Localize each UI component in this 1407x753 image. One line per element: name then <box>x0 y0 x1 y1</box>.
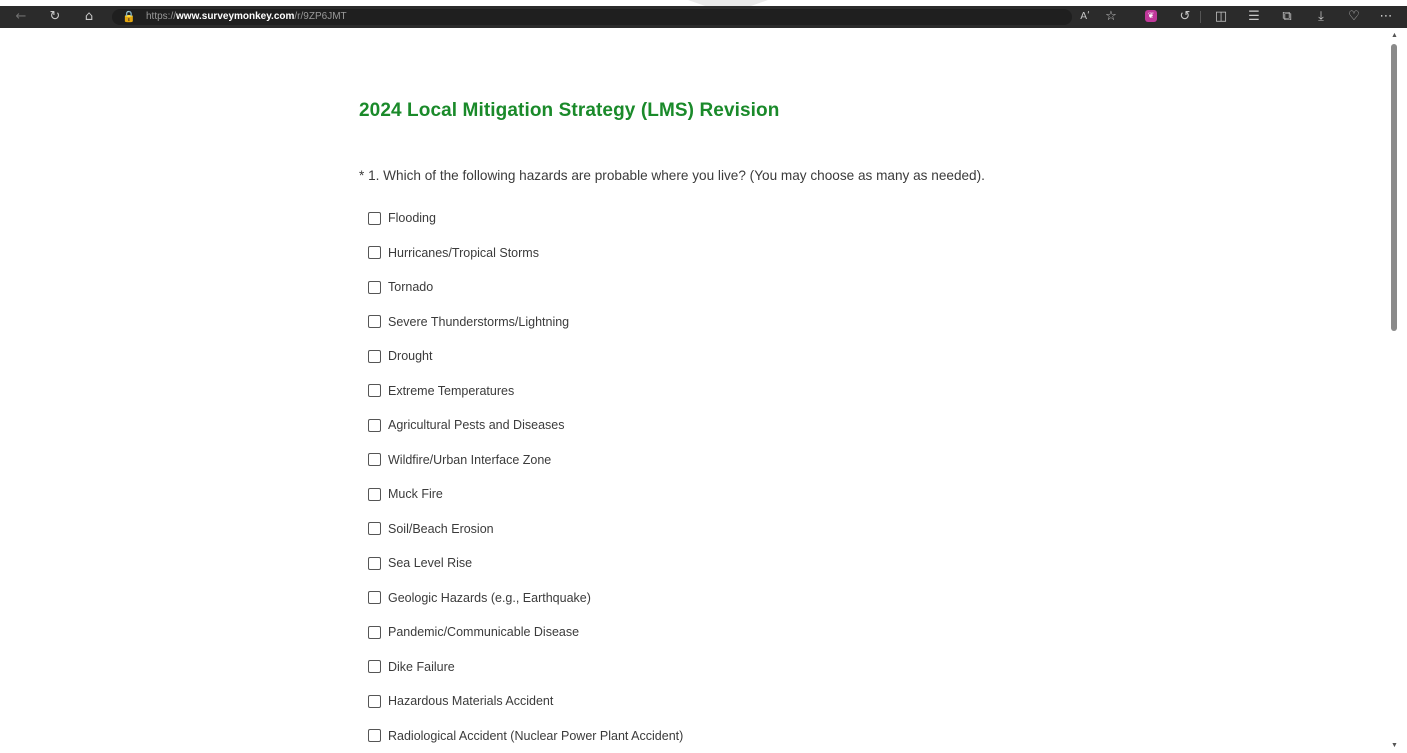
hazard-option[interactable]: Hurricanes/Tropical Storms <box>368 243 539 263</box>
address-bar[interactable]: 🔒 https://www.surveymonkey.com/r/9ZP6JMT <box>112 9 1072 25</box>
hazard-option[interactable]: Hazardous Materials Accident <box>368 691 553 711</box>
more-menu-icon[interactable]: ⋯ <box>1377 6 1395 28</box>
hazard-option[interactable]: Severe Thunderstorms/Lightning <box>368 312 569 332</box>
hazard-option[interactable]: Agricultural Pests and Diseases <box>368 415 564 435</box>
hazard-checkbox[interactable] <box>368 625 381 639</box>
url-text: https://www.surveymonkey.com/r/9ZP6JMT <box>146 11 347 22</box>
hazard-option[interactable]: Pandemic/Communicable Disease <box>368 622 579 642</box>
hazard-option[interactable]: Sea Level Rise <box>368 553 472 573</box>
hazard-checkbox[interactable] <box>368 280 381 294</box>
hazard-option-label[interactable]: Soil/Beach Erosion <box>388 522 494 536</box>
hazard-checkbox[interactable] <box>368 246 381 259</box>
hazard-option-label[interactable]: Geologic Hazards (e.g., Earthquake) <box>388 591 591 605</box>
hazard-checkbox[interactable] <box>368 349 381 363</box>
hazard-option-label[interactable]: Radiological Accident (Nuclear Power Pla… <box>388 729 683 743</box>
hazard-checkbox[interactable] <box>368 591 381 604</box>
hazard-checkbox[interactable] <box>368 211 381 225</box>
hazard-option[interactable]: Tornado <box>368 277 433 297</box>
hazard-checkbox[interactable] <box>368 694 381 708</box>
scroll-up-arrow-icon[interactable]: ▲ <box>1391 32 1398 39</box>
hazard-option[interactable]: Radiological Accident (Nuclear Power Pla… <box>368 726 683 746</box>
scroll-down-arrow-icon[interactable]: ▼ <box>1391 742 1398 749</box>
hazard-option[interactable]: Dike Failure <box>368 657 455 677</box>
hazard-option-label[interactable]: Tornado <box>388 280 433 294</box>
hazard-option[interactable]: Extreme Temperatures <box>368 381 514 401</box>
read-aloud-icon[interactable]: Aʹ <box>1076 6 1094 28</box>
hazard-option-label[interactable]: Wildfire/Urban Interface Zone <box>388 453 551 467</box>
copilot-icon[interactable]: ↺ <box>1176 6 1194 28</box>
favorites-list-icon[interactable]: ☰ <box>1245 6 1263 28</box>
hazard-checkbox[interactable] <box>368 522 381 535</box>
hazard-checkbox[interactable] <box>368 660 381 673</box>
hazard-option-label[interactable]: Dike Failure <box>388 660 455 674</box>
hazard-option-label[interactable]: Pandemic/Communicable Disease <box>388 625 579 639</box>
hazard-option-label[interactable]: Muck Fire <box>388 487 443 501</box>
split-screen-icon[interactable]: ◫ <box>1212 6 1230 28</box>
hazard-option[interactable]: Soil/Beach Erosion <box>368 519 494 539</box>
hazard-option-label[interactable]: Extreme Temperatures <box>388 384 514 398</box>
lock-icon: 🔒 <box>122 10 136 23</box>
back-icon[interactable]: ← <box>12 6 30 28</box>
browser-essentials-icon[interactable]: ♡ <box>1345 6 1363 28</box>
hazard-checkbox[interactable] <box>368 315 381 328</box>
hazard-checkbox[interactable] <box>368 556 381 570</box>
downloads-icon[interactable]: ⤓ <box>1312 6 1330 28</box>
survey-title: 2024 Local Mitigation Strategy (LMS) Rev… <box>359 100 780 121</box>
scrollbar-thumb[interactable] <box>1391 44 1397 331</box>
extension-icon[interactable]: ❦ <box>1145 10 1157 22</box>
hazard-option-label[interactable]: Flooding <box>388 211 436 225</box>
question-text: * 1. Which of the following hazards are … <box>359 168 985 183</box>
hazard-checkbox[interactable] <box>368 418 381 432</box>
hazard-option-label[interactable]: Sea Level Rise <box>388 556 472 570</box>
hazard-option[interactable]: Muck Fire <box>368 484 443 504</box>
browser-toolbar: ← ↻ ⌂ 🔒 https://www.surveymonkey.com/r/9… <box>0 6 1407 28</box>
hazard-option-label[interactable]: Severe Thunderstorms/Lightning <box>388 315 569 329</box>
hazard-option-label[interactable]: Hazardous Materials Accident <box>388 694 553 708</box>
home-icon[interactable]: ⌂ <box>80 6 98 28</box>
hazard-option-label[interactable]: Drought <box>388 349 432 363</box>
hazard-option[interactable]: Drought <box>368 346 432 366</box>
hazard-checkbox[interactable] <box>368 729 381 742</box>
hazard-checkbox[interactable] <box>368 453 381 466</box>
hazard-option-label[interactable]: Hurricanes/Tropical Storms <box>388 246 539 260</box>
hazard-option[interactable]: Geologic Hazards (e.g., Earthquake) <box>368 588 591 608</box>
hazard-checkbox[interactable] <box>368 384 381 397</box>
favorite-star-icon[interactable]: ☆ <box>1102 6 1120 28</box>
refresh-icon[interactable]: ↻ <box>46 6 64 28</box>
hazard-option-label[interactable]: Agricultural Pests and Diseases <box>388 418 564 432</box>
hazard-option[interactable]: Wildfire/Urban Interface Zone <box>368 450 551 470</box>
hazard-option[interactable]: Flooding <box>368 208 436 228</box>
toolbar-divider <box>1200 11 1201 23</box>
hazard-checkbox[interactable] <box>368 487 381 501</box>
collections-icon[interactable]: ⧉ <box>1278 6 1296 28</box>
